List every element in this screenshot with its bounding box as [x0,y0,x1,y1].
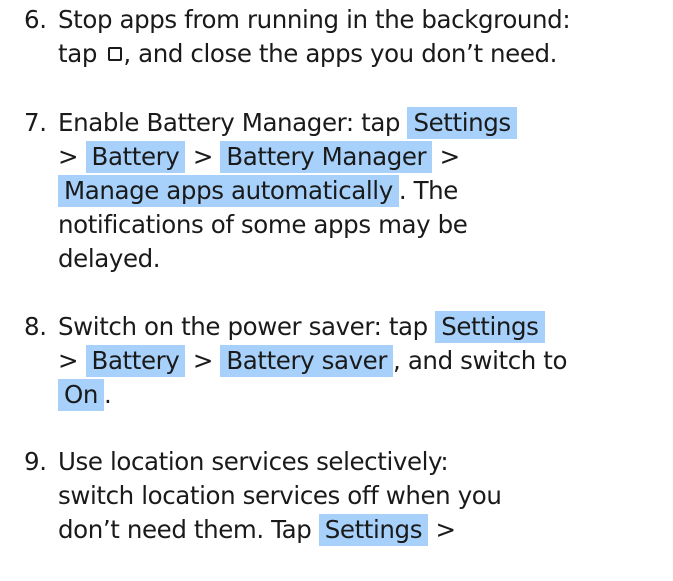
list-item-body: Enable Battery Manager: tap Settings > B… [58,107,673,277]
text-line: Switch on the power saver: tap Settings [58,311,673,345]
ui-term-on: On [58,379,105,411]
text-line: switch location services off when you [58,481,502,510]
text-line: > Battery > Battery Manager > [58,141,460,173]
document-page: 6. Stop apps from running in the backgro… [0,0,673,581]
ui-term-battery: Battery [85,141,186,173]
list-number: 9. [24,447,47,476]
list-item-body: Switch on the power saver: tap Settings … [58,311,673,413]
ui-term-manage-apps-automatically: Manage apps automatically [58,175,399,207]
list-number: 6. [24,5,47,34]
list-item-body: Stop apps from running in the background… [58,4,673,72]
ui-term-settings: Settings [435,311,545,343]
list-item-body: Use location services selectively: switc… [58,446,673,548]
text-line: On. [58,379,673,413]
text-line: > Battery > Battery saver, and switch to [58,345,568,377]
text-line: notifications of some apps may be [58,210,468,239]
recent-apps-square-icon [108,47,123,61]
text-line: Use location services selectively: [58,447,449,476]
list-number: 7. [24,108,47,137]
text-line: Stop apps from running in the background… [58,5,571,34]
ui-term-battery: Battery [85,345,186,377]
text-line: Manage apps automatically. The [58,175,673,209]
ui-term-settings: Settings [318,514,429,546]
text-line: Enable Battery Manager: tap Settings [58,107,673,141]
ui-term-battery-manager: Battery Manager [220,141,433,173]
list-number: 8. [24,312,47,341]
text-line: tap , and close the apps you don’t need. [58,39,558,68]
text-line: don’t need them. Tap Settings > [58,514,456,546]
text-line: delayed. [58,244,161,273]
ui-term-battery-saver: Battery saver [220,345,394,377]
ui-term-settings: Settings [407,107,517,139]
